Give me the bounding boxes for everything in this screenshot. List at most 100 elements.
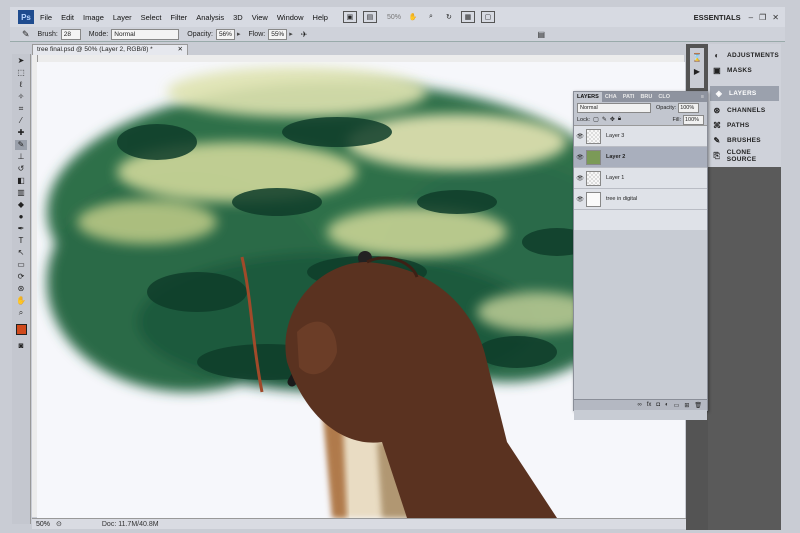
workspace-switcher[interactable]: ESSENTIALS xyxy=(694,13,741,22)
tab-paths[interactable]: PATI xyxy=(620,94,638,100)
path-select-tool-icon[interactable]: ↖ xyxy=(15,248,27,258)
status-info-icon[interactable]: ⊙ xyxy=(56,520,62,528)
visibility-eye-icon[interactable]: 👁︎ xyxy=(574,154,586,161)
panel-layers[interactable]: ◈ LAYERS xyxy=(710,86,779,101)
menu-edit[interactable]: Edit xyxy=(61,13,74,22)
opacity-field[interactable]: 56% xyxy=(215,28,235,40)
opacity-arrow-icon[interactable]: ▸ xyxy=(237,30,241,38)
hand-tool-icon-panel[interactable]: ✋ xyxy=(15,296,27,306)
close-document-icon[interactable]: ✕ xyxy=(178,45,183,55)
eyedropper-tool-icon[interactable]: ⁄ xyxy=(15,116,27,126)
view-extras-icon[interactable]: ▤ xyxy=(362,11,377,23)
quick-select-tool-icon[interactable]: ✧ xyxy=(15,92,27,102)
lock-all-icon[interactable]: 🔒︎ xyxy=(618,116,621,123)
panel-paths[interactable]: ⌘ PATHS xyxy=(708,118,781,133)
zoom-level-select[interactable]: 50% xyxy=(387,14,401,21)
flow-arrow-icon[interactable]: ▸ xyxy=(289,30,293,38)
visibility-eye-icon[interactable]: 👁︎ xyxy=(574,196,586,203)
menu-help[interactable]: Help xyxy=(313,13,328,22)
menu-layer[interactable]: Layer xyxy=(113,13,132,22)
history-panel-icon[interactable]: ⌛ xyxy=(690,53,704,62)
hand-tool-icon[interactable]: ✋ xyxy=(407,12,419,22)
menu-analysis[interactable]: Analysis xyxy=(196,13,224,22)
crop-tool-icon[interactable]: ⌗ xyxy=(15,104,27,114)
restore-icon[interactable]: ❐ xyxy=(759,13,766,22)
brush-size-field[interactable]: 28 xyxy=(60,28,81,40)
lock-position-icon[interactable]: ✥ xyxy=(610,116,615,123)
new-layer-icon[interactable]: ⊞ xyxy=(684,402,689,409)
close-icon[interactable]: ✕ xyxy=(772,13,779,22)
mode-select[interactable]: Normal xyxy=(111,28,180,40)
type-tool-icon[interactable]: T xyxy=(15,236,27,246)
status-zoom-field[interactable]: 50% xyxy=(36,521,56,528)
lasso-tool-icon[interactable]: ℓ xyxy=(15,80,27,90)
rotate-view-icon[interactable]: ↻ xyxy=(443,12,455,22)
screen-mode-icon[interactable]: ▢ xyxy=(480,11,495,23)
3d-rotate-tool-icon[interactable]: ⟳ xyxy=(15,272,27,282)
photoshop-logo[interactable]: Ps xyxy=(18,10,34,24)
blend-mode-select[interactable]: Normal xyxy=(577,103,651,113)
healing-tool-icon[interactable]: ✚ xyxy=(15,128,27,138)
menu-select[interactable]: Select xyxy=(141,13,162,22)
brush-preset-icon[interactable]: ✎ xyxy=(22,29,30,40)
menu-3d[interactable]: 3D xyxy=(233,13,243,22)
clone-stamp-tool-icon[interactable]: ⊥ xyxy=(15,152,27,162)
fill-field[interactable]: 100% xyxy=(683,114,704,125)
layer-row[interactable]: 👁︎ Layer 1 xyxy=(574,168,707,189)
lock-transparent-icon[interactable]: ▢ xyxy=(593,116,599,123)
tab-channels[interactable]: CHA xyxy=(602,94,620,100)
tab-brushes[interactable]: BRU xyxy=(637,94,655,100)
menu-filter[interactable]: Filter xyxy=(171,13,188,22)
trash-icon[interactable]: 🗑︎ xyxy=(694,402,702,409)
menu-window[interactable]: Window xyxy=(277,13,304,22)
gradient-tool-icon[interactable]: ▥ xyxy=(15,188,27,198)
zoom-tool-icon[interactable]: ⌕ xyxy=(425,12,437,22)
visibility-eye-icon[interactable]: 👁︎ xyxy=(574,133,586,140)
link-icon[interactable]: ∞ xyxy=(637,402,641,408)
mask-icon[interactable]: ◘ xyxy=(656,402,660,408)
brush-panel-toggle-icon[interactable]: ▤ xyxy=(537,30,545,39)
panel-clone-source[interactable]: ⎘ CLONE SOURCE xyxy=(708,148,781,163)
foreground-color-swatch[interactable] xyxy=(15,324,27,335)
panel-menu-icon[interactable]: ≡ xyxy=(701,94,707,100)
tab-clone-source[interactable]: CLO xyxy=(655,94,673,100)
flow-field[interactable]: 55% xyxy=(268,28,288,40)
panel-brushes[interactable]: ✎ BRUSHES xyxy=(708,133,781,148)
layer-row-selected[interactable]: 👁︎ Layer 2 xyxy=(574,147,707,168)
history-brush-tool-icon[interactable]: ↺ xyxy=(15,164,27,174)
dodge-tool-icon[interactable]: ● xyxy=(15,212,27,222)
fx-icon[interactable]: fx xyxy=(647,402,652,408)
menu-view[interactable]: View xyxy=(252,13,268,22)
eraser-tool-icon[interactable]: ◧ xyxy=(15,176,27,186)
panel-masks[interactable]: ▣ MASKS xyxy=(708,63,781,78)
layer-row[interactable]: 👁︎ tree in digital xyxy=(574,189,707,210)
zoom-tool-icon-panel[interactable]: ⌕ xyxy=(15,308,27,318)
arrange-documents-icon[interactable]: ▦ xyxy=(460,11,475,23)
actions-panel-icon[interactable]: ▶ xyxy=(690,67,704,76)
panel-channels[interactable]: ⊛ CHANNELS xyxy=(708,103,781,118)
layer-opacity-field[interactable]: 100% xyxy=(678,103,700,113)
menu-file[interactable]: File xyxy=(40,13,52,22)
move-tool-icon[interactable]: ➤ xyxy=(15,56,27,66)
3d-orbit-tool-icon[interactable]: ⊛ xyxy=(15,284,27,294)
layer-thumbnail xyxy=(586,149,601,165)
brush-tool-icon[interactable]: ✎ xyxy=(15,140,27,150)
airbrush-icon[interactable]: ✈ xyxy=(301,30,308,39)
adjustment-icon[interactable]: ◐ xyxy=(665,402,669,408)
shape-tool-icon[interactable]: ▭ xyxy=(15,260,27,270)
tab-layers[interactable]: LAYERS xyxy=(574,92,602,102)
marquee-tool-icon[interactable]: ⬚ xyxy=(15,68,27,78)
layer-row[interactable]: 👁︎ Layer 3 xyxy=(574,126,707,147)
lock-image-icon[interactable]: ✎ xyxy=(602,116,607,123)
menu-image[interactable]: Image xyxy=(83,13,104,22)
pen-tool-icon[interactable]: ✒ xyxy=(15,224,27,234)
minimize-icon[interactable]: – xyxy=(749,13,753,22)
quick-mask-icon[interactable]: ◙ xyxy=(15,341,27,351)
panel-brushes-label: BRUSHES xyxy=(727,137,761,144)
blur-tool-icon[interactable]: ◆ xyxy=(15,200,27,210)
visibility-eye-icon[interactable]: 👁︎ xyxy=(574,175,586,182)
panel-adjustments[interactable]: ◐ ADJUSTMENTS xyxy=(708,48,781,63)
document-size-info[interactable]: Doc: 11.7M/40.8M xyxy=(102,521,159,528)
group-icon[interactable]: ▭ xyxy=(674,402,680,409)
bridge-icon[interactable]: ▣ xyxy=(342,11,357,23)
